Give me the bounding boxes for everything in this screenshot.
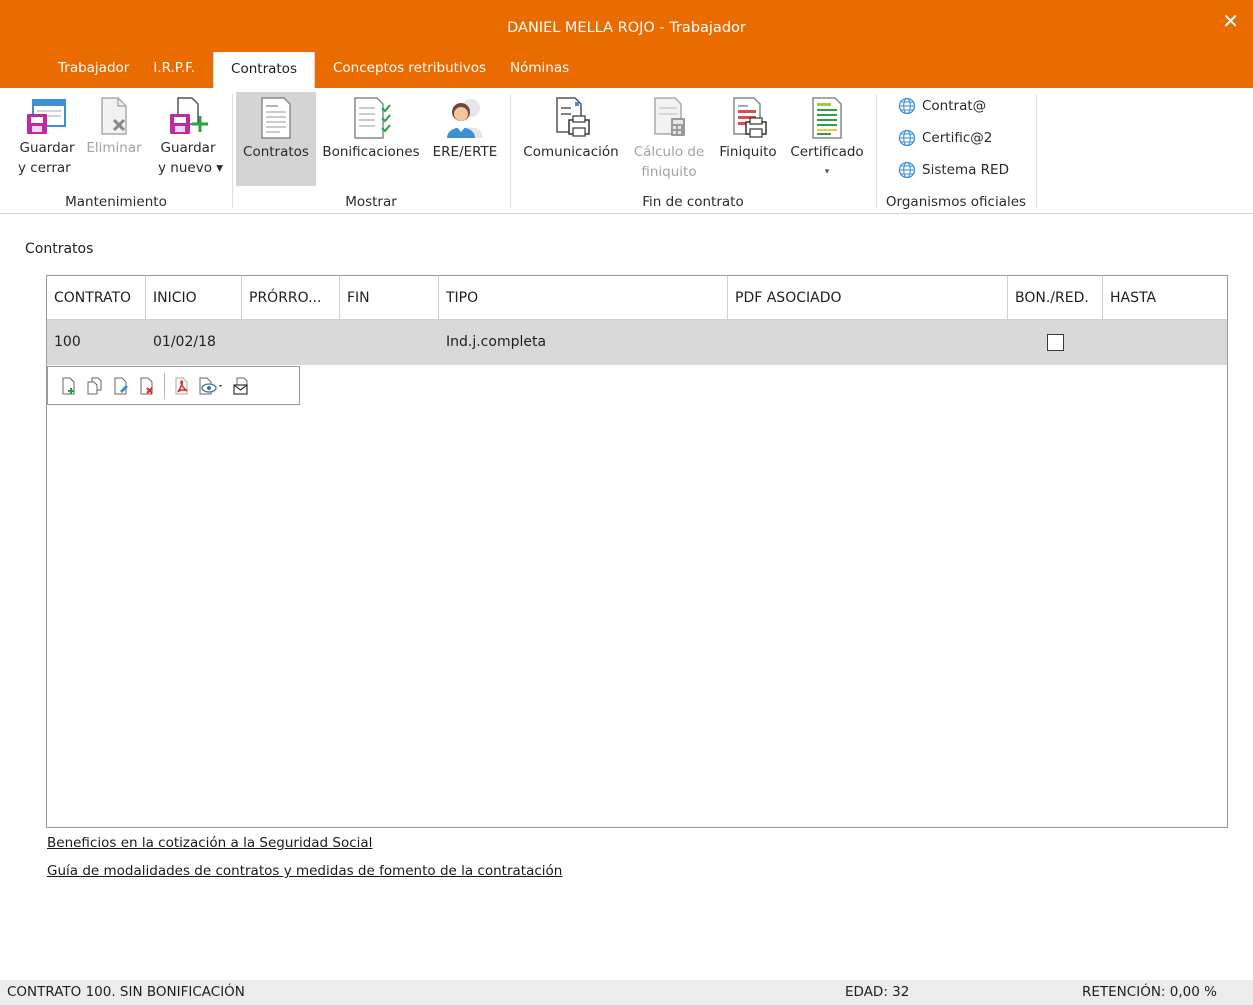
- save-new-button[interactable]: Guardar y nuevo ▾: [158, 92, 224, 178]
- settlement-button[interactable]: Finiquito: [712, 92, 784, 162]
- cell-tipo: Ind.j.completa: [446, 334, 547, 350]
- tab-irpf[interactable]: I.R.P.F.: [141, 50, 207, 88]
- status-retention: RETENCIÓN: 0,00 %: [1082, 984, 1217, 1000]
- table-row[interactable]: 100 01/02/18 Ind.j.completa: [47, 320, 1227, 365]
- communication-label: Comunicación: [523, 144, 619, 160]
- save-new-label-2: y nuevo ▾: [158, 160, 224, 176]
- ribbon-group-mantenimiento: Guardar y cerrar Eliminar Guardar y nuev…: [0, 88, 232, 214]
- send-mail-icon[interactable]: [231, 375, 253, 397]
- contrata-label: Contrat@: [922, 98, 987, 114]
- group-label-organismos: Organismos oficiales: [885, 194, 1027, 210]
- window-title: DANIEL MELLA ROJO - Trabajador: [507, 20, 746, 36]
- ere-erte-label: ERE/ERTE: [432, 144, 498, 160]
- status-age: EDAD: 32: [845, 984, 910, 1000]
- view-dropdown-icon[interactable]: [197, 375, 227, 397]
- tab-nominas[interactable]: Nóminas: [498, 50, 581, 88]
- cell-hasta: [1103, 320, 1110, 365]
- column-header-prorroga[interactable]: PRÓRRO...: [242, 276, 340, 320]
- ribbon-group-organismos: Contrat@ Certific@2 Sistema RED Organism…: [876, 88, 1036, 214]
- certifica2-label: Certific@2: [922, 130, 993, 146]
- certificate-button[interactable]: Certificado ▾: [786, 92, 868, 182]
- column-header-pdf[interactable]: PDF ASOCIADO: [728, 276, 1008, 320]
- bonuses-label: Bonificaciones: [322, 144, 420, 160]
- delete-icon[interactable]: [136, 375, 158, 397]
- delete-label: Eliminar: [86, 140, 142, 156]
- close-icon[interactable]: ✕: [1222, 11, 1239, 31]
- contracts-label: Contratos: [243, 144, 309, 160]
- tab-conceptos-retributivos[interactable]: Conceptos retributivos: [321, 50, 498, 88]
- save-close-icon: [27, 99, 66, 134]
- ribbon-group-fin-contrato: Comunicación Cálculo de finiquito Finiqu…: [510, 88, 876, 214]
- benefits-link[interactable]: Beneficios en la cotización a la Segurid…: [47, 835, 372, 851]
- globe-icon: [898, 129, 916, 147]
- group-label-mostrar: Mostrar: [345, 194, 397, 210]
- save-new-icon: [170, 97, 208, 134]
- ribbon-divider: [1036, 94, 1037, 208]
- column-header-inicio[interactable]: INICIO: [146, 276, 242, 320]
- sistema-red-label: Sistema RED: [922, 162, 1009, 178]
- people-icon: [447, 99, 483, 138]
- contracts-document-icon: [261, 97, 291, 139]
- section-title: Contratos: [25, 241, 94, 257]
- bonuses-checklist-icon: [354, 97, 391, 139]
- globe-icon: [898, 97, 916, 115]
- communication-button[interactable]: Comunicación: [518, 92, 624, 162]
- print-document-icon: [556, 97, 590, 137]
- save-close-label-1: Guardar: [19, 140, 75, 156]
- ribbon: Guardar y cerrar Eliminar Guardar y nuev…: [0, 88, 1253, 214]
- new-icon[interactable]: [58, 375, 80, 397]
- column-header-hasta[interactable]: HASTA: [1103, 276, 1227, 320]
- tab-bar: Trabajador I.R.P.F. Contratos Conceptos …: [46, 50, 581, 88]
- globe-icon: [898, 161, 916, 179]
- title-bar: DANIEL MELLA ROJO - Trabajador ✕ Trabaja…: [0, 0, 1253, 88]
- column-header-tipo[interactable]: TIPO: [439, 276, 728, 320]
- chevron-down-icon[interactable]: ▾: [786, 162, 868, 182]
- cell-contrato: 100: [54, 334, 81, 350]
- grid-header: CONTRATO INICIO PRÓRRO... FIN TIPO PDF A…: [47, 276, 1227, 320]
- toolbar-divider: [164, 372, 165, 399]
- save-close-label-2: y cerrar: [18, 160, 71, 176]
- status-bar: CONTRATO 100. SIN BONIFICACIÓN EDAD: 32 …: [0, 980, 1253, 1005]
- save-close-button[interactable]: Guardar y cerrar: [16, 92, 78, 178]
- cell-fin: [340, 320, 347, 365]
- bonuses-button[interactable]: Bonificaciones: [318, 92, 424, 162]
- column-header-fin[interactable]: FIN: [340, 276, 439, 320]
- contracts-grid: CONTRATO INICIO PRÓRRO... FIN TIPO PDF A…: [46, 275, 1228, 828]
- delete-document-icon: [101, 97, 127, 135]
- column-header-bon-red[interactable]: BON./RED.: [1008, 276, 1103, 320]
- settlement-print-icon: [733, 97, 767, 138]
- contrata-link[interactable]: Contrat@: [898, 97, 986, 115]
- bon-red-checkbox[interactable]: [1047, 334, 1064, 351]
- settlement-calc-label-1: Cálculo de: [633, 144, 705, 160]
- settlement-calc-label-2: finiquito: [641, 164, 697, 180]
- ribbon-group-mostrar: Contratos Bonificaciones ERE/ERTE Mostra…: [232, 88, 510, 214]
- certificate-label: Certificado: [790, 144, 864, 160]
- settlement-calc-button[interactable]: Cálculo de finiquito: [630, 92, 708, 182]
- group-label-mantenimiento: Mantenimiento: [65, 194, 167, 210]
- cell-pdf: [728, 320, 735, 365]
- group-label-fin-contrato: Fin de contrato: [642, 194, 744, 210]
- duplicate-icon[interactable]: [84, 375, 106, 397]
- calculator-document-icon: [654, 97, 685, 136]
- pdf-icon[interactable]: [171, 375, 193, 397]
- cell-prorroga: [242, 320, 249, 365]
- sistema-red-link[interactable]: Sistema RED: [898, 161, 1009, 179]
- delete-button[interactable]: Eliminar: [82, 92, 146, 158]
- settlement-label: Finiquito: [719, 144, 777, 160]
- tab-trabajador[interactable]: Trabajador: [46, 50, 141, 88]
- cell-inicio: 01/02/18: [153, 334, 216, 350]
- status-contract: CONTRATO 100. SIN BONIFICACIÓN: [7, 984, 245, 1000]
- column-header-contrato[interactable]: CONTRATO: [47, 276, 146, 320]
- save-new-label-1: Guardar: [160, 140, 216, 156]
- certificate-icon: [812, 97, 842, 139]
- contracts-button[interactable]: Contratos: [236, 92, 316, 186]
- tab-contratos[interactable]: Contratos: [213, 52, 315, 88]
- grid-toolbar: [47, 366, 300, 405]
- certifica2-link[interactable]: Certific@2: [898, 129, 992, 147]
- ere-erte-button[interactable]: ERE/ERTE: [428, 92, 502, 162]
- contract-guide-link[interactable]: Guía de modalidades de contratos y medid…: [47, 863, 562, 879]
- edit-icon[interactable]: [110, 375, 132, 397]
